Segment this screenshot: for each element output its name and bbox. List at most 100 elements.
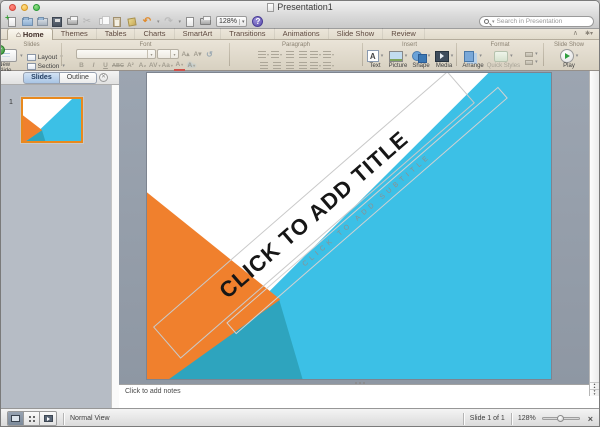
notes-pane[interactable]: Click to add notes bbox=[119, 384, 599, 408]
slide-thumbnail-number: 1 bbox=[9, 99, 13, 106]
undo-dropdown-icon[interactable] bbox=[157, 19, 160, 25]
save-icon[interactable] bbox=[51, 16, 63, 28]
search-input[interactable] bbox=[497, 18, 589, 25]
sidebar-tab-outline[interactable]: Outline bbox=[60, 72, 97, 84]
shrink-font-button bbox=[192, 49, 203, 59]
window-title: Presentation1 bbox=[277, 1, 333, 14]
play-slideshow-button[interactable]: Play bbox=[559, 49, 579, 69]
minimize-window-button[interactable] bbox=[21, 4, 28, 11]
open-icon[interactable] bbox=[21, 16, 33, 28]
zoom-slider[interactable] bbox=[542, 417, 580, 420]
slide-sorter-icon bbox=[29, 416, 31, 418]
grow-font-button bbox=[180, 49, 191, 59]
slide-show-view-button[interactable] bbox=[40, 412, 56, 425]
new-presentation-icon[interactable] bbox=[6, 16, 18, 28]
layout-icon bbox=[27, 54, 36, 61]
change-case-button: Aa bbox=[162, 61, 173, 71]
bold-button: B bbox=[76, 61, 87, 71]
sidebar-tab-slides[interactable]: Slides bbox=[23, 72, 60, 84]
tab-transitions[interactable]: Transitions bbox=[221, 28, 274, 39]
align-text-button bbox=[323, 60, 335, 70]
tab-charts[interactable]: Charts bbox=[135, 28, 174, 39]
tab-home[interactable]: Home bbox=[7, 28, 53, 40]
slide-thumbnail[interactable] bbox=[21, 97, 83, 143]
toolbar-zoom-value: 128% bbox=[219, 18, 237, 25]
columns-button bbox=[323, 49, 335, 59]
normal-view-button[interactable] bbox=[8, 412, 24, 425]
slide-canvas[interactable]: Click to add title Click to add subtitle bbox=[146, 72, 552, 380]
new-slide-dropdown-icon[interactable] bbox=[20, 53, 23, 59]
arrange-button[interactable]: Arrange bbox=[462, 49, 483, 69]
zoom-dropdown-icon[interactable] bbox=[239, 19, 245, 25]
ribbon-settings-gear-icon[interactable] bbox=[585, 30, 593, 37]
help-icon[interactable] bbox=[252, 16, 263, 27]
subscript-button: A₂ bbox=[137, 61, 148, 71]
tab-review[interactable]: Review bbox=[383, 28, 425, 39]
tab-smartart[interactable]: SmartArt bbox=[175, 28, 222, 39]
font-size-select[interactable] bbox=[157, 49, 179, 59]
status-bar: Normal View Slide 1 of 1 128% bbox=[1, 408, 599, 427]
cut-icon bbox=[81, 16, 93, 28]
slides-panel-tabs: Slides Outline bbox=[1, 71, 119, 85]
insert-text-button[interactable]: Text bbox=[365, 49, 385, 69]
print-preview-icon[interactable] bbox=[199, 16, 211, 28]
redo-dropdown-icon bbox=[179, 19, 182, 25]
slide-show-icon bbox=[44, 415, 53, 422]
zoom-window-button[interactable] bbox=[33, 4, 40, 11]
decrease-indent-button bbox=[284, 49, 296, 59]
shape-icon bbox=[412, 50, 426, 62]
print-icon[interactable] bbox=[66, 16, 78, 28]
slides-panel: Slides Outline 1 bbox=[1, 71, 119, 408]
status-divider bbox=[511, 413, 512, 425]
text-glow-button: A bbox=[186, 61, 197, 71]
tab-animations[interactable]: Animations bbox=[275, 28, 329, 39]
picture-icon bbox=[389, 51, 403, 62]
tab-themes[interactable]: Themes bbox=[53, 28, 97, 39]
text-dropdown-icon bbox=[381, 53, 384, 59]
vertical-scrollbar[interactable] bbox=[589, 71, 599, 396]
notes-resize-handle-icon[interactable] bbox=[359, 382, 361, 384]
ribbon-group-paragraph: Paragraph bbox=[231, 41, 361, 68]
media-icon bbox=[435, 51, 449, 62]
layout-button[interactable]: Layout bbox=[27, 54, 65, 61]
font-name-select[interactable] bbox=[76, 49, 156, 59]
ribbon-group-slides: Slides New Slide Layout Section bbox=[3, 41, 60, 68]
superscript-button: A² bbox=[125, 61, 136, 71]
search-scope-dropdown-icon[interactable] bbox=[492, 19, 495, 25]
gallery-icon[interactable] bbox=[36, 16, 48, 28]
close-window-button[interactable] bbox=[9, 4, 16, 11]
search-box[interactable] bbox=[479, 16, 594, 27]
align-right-button bbox=[284, 60, 296, 70]
titlebar[interactable]: Presentation1 bbox=[1, 1, 599, 14]
fill-color-icon bbox=[525, 52, 533, 57]
line-spacing-button bbox=[310, 49, 322, 59]
zoom-slider-thumb[interactable] bbox=[557, 415, 564, 422]
status-divider bbox=[463, 413, 464, 425]
group-label-font: Font bbox=[139, 41, 151, 49]
previous-slide-icon[interactable] bbox=[590, 382, 599, 389]
toolbar-zoom-combo[interactable]: 128% bbox=[216, 16, 247, 27]
play-dropdown-icon bbox=[576, 53, 579, 59]
quick-styles-dropdown-icon bbox=[510, 53, 513, 59]
fit-slide-to-window-icon[interactable] bbox=[588, 414, 593, 424]
slide-sorter-view-button[interactable] bbox=[24, 412, 40, 425]
insert-media-button[interactable]: Media bbox=[434, 49, 454, 69]
insert-shape-button[interactable]: Shape bbox=[411, 49, 431, 69]
new-slide-icon bbox=[0, 49, 17, 62]
panel-close-icon[interactable] bbox=[99, 73, 108, 82]
tab-slide-show[interactable]: Slide Show bbox=[329, 28, 384, 39]
copy-icon bbox=[96, 16, 108, 28]
show-formatting-icon[interactable] bbox=[184, 16, 196, 28]
ribbon-collapse-icon[interactable] bbox=[573, 29, 578, 37]
undo-icon[interactable] bbox=[141, 16, 153, 28]
insert-picture-button[interactable]: Picture bbox=[388, 49, 408, 69]
ribbon-group-insert: Insert Text Picture Shape Media bbox=[364, 41, 455, 68]
shape-fill-button bbox=[525, 51, 538, 57]
format-painter-icon bbox=[126, 16, 138, 28]
section-button[interactable]: Section bbox=[27, 63, 65, 70]
group-divider bbox=[61, 43, 62, 66]
next-slide-icon[interactable] bbox=[590, 389, 599, 396]
ribbon-group-font: Font B I U ABC A² A₂ AV Aa bbox=[63, 41, 228, 68]
character-spacing-button: AV bbox=[149, 61, 161, 71]
tab-tables[interactable]: Tables bbox=[97, 28, 136, 39]
